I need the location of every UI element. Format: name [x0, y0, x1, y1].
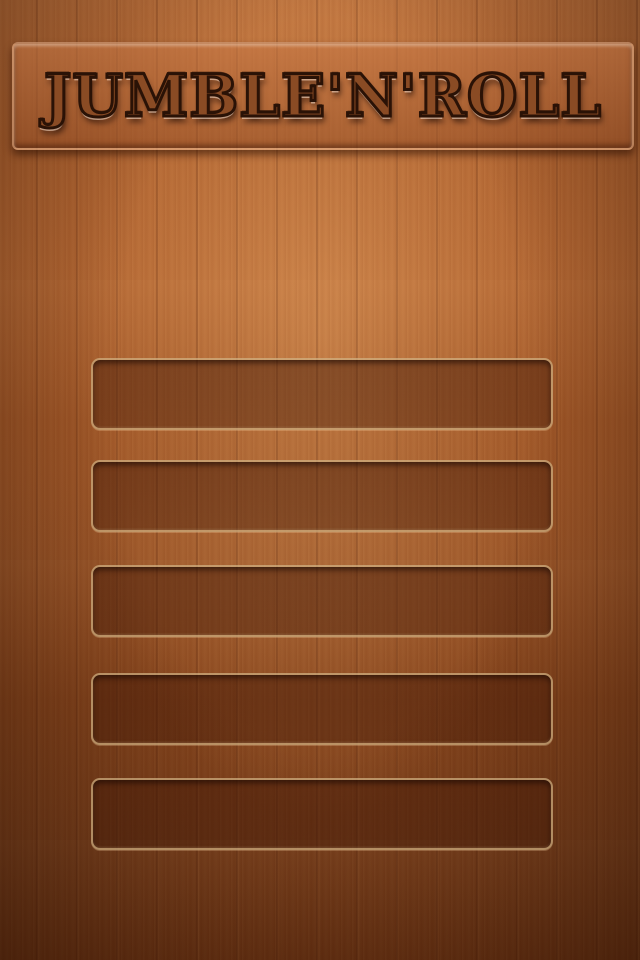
game-title: JUMBLE'N'ROLL	[42, 61, 603, 132]
menu-slot-label	[93, 360, 551, 428]
title-banner: JUMBLE'N'ROLL	[12, 42, 634, 150]
menu-slot-label	[93, 567, 551, 635]
menu-slot-3[interactable]	[91, 565, 553, 637]
menu-slot-4[interactable]	[91, 673, 553, 745]
menu-slot-2[interactable]	[91, 460, 553, 532]
menu-slot-label	[93, 675, 551, 743]
menu-slot-5[interactable]	[91, 778, 553, 850]
menu-slot-1[interactable]	[91, 358, 553, 430]
menu-slot-label	[93, 780, 551, 848]
menu-slot-label	[93, 462, 551, 530]
